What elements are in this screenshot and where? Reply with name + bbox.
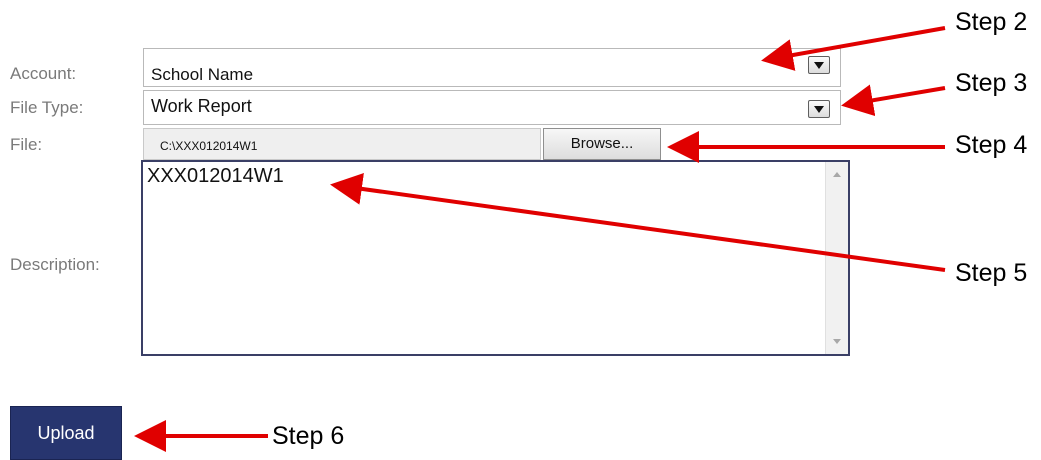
arrow-step2 [761, 26, 946, 71]
step5-label: Step 5 [955, 259, 1028, 287]
arrow-step5 [330, 173, 946, 272]
arrow-step3 [841, 84, 946, 117]
step3-label: Step 3 [955, 69, 1028, 97]
step2-label: Step 2 [955, 8, 1028, 36]
annotation-arrows [134, 26, 946, 452]
step6-label: Step 6 [272, 422, 345, 450]
step4-label: Step 4 [955, 131, 1028, 159]
